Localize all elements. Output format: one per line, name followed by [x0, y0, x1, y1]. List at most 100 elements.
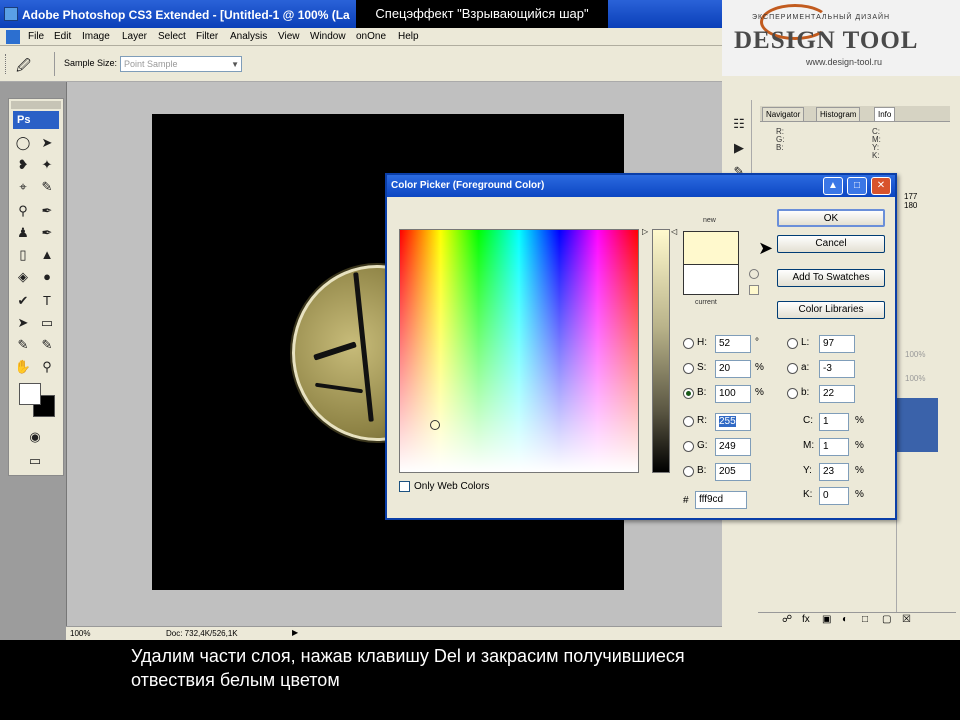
input-a[interactable]: -3 [819, 360, 855, 378]
menu-help[interactable]: Help [398, 31, 419, 42]
selected-layer-row[interactable] [896, 398, 938, 452]
layer-style-icon[interactable]: fx [802, 614, 810, 625]
options-grip[interactable] [5, 54, 8, 74]
dialog-title[interactable]: Color Picker (Foreground Color) [387, 175, 895, 197]
web-safe-cube-icon[interactable] [749, 285, 759, 295]
toolbox-logo[interactable]: Ps [13, 111, 59, 129]
paint-bucket-icon[interactable]: ▲ [37, 245, 57, 265]
menu-window[interactable]: Window [310, 31, 346, 42]
input-brightness[interactable]: 100 [715, 385, 751, 403]
input-red[interactable]: 255 [715, 413, 751, 431]
status-menu-arrow-icon[interactable]: ▶ [292, 628, 298, 637]
eyedropper-tool-icon[interactable]: ✎ [37, 177, 57, 197]
hand-tool-icon[interactable]: ✋ [13, 357, 33, 377]
hex-input[interactable]: fff9cd [695, 491, 747, 509]
color-field-cursor[interactable] [430, 420, 440, 430]
zoom-tool-icon[interactable]: ⚲ [37, 357, 57, 377]
input-green[interactable]: 249 [715, 438, 751, 456]
add-to-swatches-button[interactable]: Add To Swatches [777, 269, 885, 287]
only-web-colors-checkbox[interactable] [399, 481, 410, 492]
gamut-warning-icon[interactable] [749, 269, 759, 279]
link-layers-icon[interactable]: ☍ [782, 614, 792, 625]
eraser-tool-icon[interactable]: ▯ [13, 245, 33, 265]
menu-view[interactable]: View [278, 31, 300, 42]
layer-opacity[interactable]: 100% [905, 350, 925, 359]
ok-button[interactable]: OK [777, 209, 885, 227]
input-cyan[interactable]: 1 [819, 413, 849, 431]
dodge-tool-icon[interactable]: ● [37, 267, 57, 287]
app-menu-icon[interactable] [6, 30, 20, 44]
quick-mask-icon[interactable]: ◉ [25, 427, 45, 447]
new-layer-icon[interactable]: ▢ [882, 614, 891, 625]
blur-tool-icon[interactable]: ◈ [13, 267, 33, 287]
zoom-level[interactable]: 100% [70, 629, 90, 638]
radio-blue[interactable] [683, 466, 694, 477]
magic-wand-tool-icon[interactable]: ✦ [37, 155, 57, 175]
input-hue[interactable]: 52 [715, 335, 751, 353]
slider-left-arrow-icon[interactable]: ▷ [642, 227, 648, 236]
healing-brush-icon[interactable]: ⚲ [13, 201, 33, 221]
menu-layer[interactable]: Layer [122, 31, 147, 42]
lasso-tool-icon[interactable]: ❥ [13, 155, 33, 175]
sample-size-select[interactable]: Point Sample ▼ [120, 56, 242, 72]
cancel-button[interactable]: Cancel [777, 235, 885, 253]
menu-analysis[interactable]: Analysis [230, 31, 267, 42]
input-yellow[interactable]: 23 [819, 463, 849, 481]
adjustment-layer-icon[interactable]: ◐ [842, 614, 848, 625]
input-magenta[interactable]: 1 [819, 438, 849, 456]
slider-right-arrow-icon[interactable]: ◁ [671, 227, 677, 236]
menu-select[interactable]: Select [158, 31, 186, 42]
color-swatches[interactable] [15, 381, 59, 421]
color-field[interactable] [399, 229, 639, 473]
input-black[interactable]: 0 [819, 487, 849, 505]
radio-saturation[interactable] [683, 363, 694, 374]
input-saturation[interactable]: 20 [715, 360, 751, 378]
radio-b-lab[interactable] [787, 388, 798, 399]
color-slider[interactable] [652, 229, 670, 473]
toolbox-header[interactable] [11, 101, 61, 109]
layer-fill[interactable]: 100% [905, 374, 925, 383]
move-tool-icon[interactable]: ➤ [37, 133, 57, 153]
radio-green[interactable] [683, 441, 694, 452]
close-icon[interactable]: ✕ [871, 177, 891, 195]
input-b-lab[interactable]: 22 [819, 385, 855, 403]
type-tool-icon[interactable]: T [37, 291, 57, 311]
shape-tool-icon[interactable]: ▭ [37, 313, 57, 333]
menu-file[interactable]: File [28, 31, 44, 42]
radio-a[interactable] [787, 363, 798, 374]
tab-navigator[interactable]: Navigator [762, 107, 805, 121]
clone-stamp-icon[interactable]: ♟ [13, 223, 33, 243]
input-lightness[interactable]: 97 [819, 335, 855, 353]
menu-edit[interactable]: Edit [54, 31, 71, 42]
input-blue[interactable]: 205 [715, 463, 751, 481]
notes-tool-icon[interactable]: ✎ [13, 335, 33, 355]
menu-onone[interactable]: onOne [356, 31, 386, 42]
menu-image[interactable]: Image [82, 31, 110, 42]
foreground-color-swatch[interactable] [19, 383, 41, 405]
path-select-icon[interactable]: ➤ [13, 313, 33, 333]
actions-panel-icon[interactable]: ▶ [729, 138, 749, 158]
radio-red[interactable] [683, 416, 694, 427]
radio-lightness[interactable] [787, 338, 798, 349]
crop-tool-icon[interactable]: ⌖ [13, 177, 33, 197]
tab-info[interactable]: Info [874, 107, 896, 121]
current-color-swatch[interactable] [683, 265, 739, 295]
history-brush-icon[interactable]: ✒ [37, 223, 57, 243]
radio-hue[interactable] [683, 338, 694, 349]
help-icon[interactable]: □ [847, 177, 867, 195]
color-libraries-button[interactable]: Color Libraries [777, 301, 885, 319]
menu-filter[interactable]: Filter [196, 31, 218, 42]
radio-brightness[interactable] [683, 388, 694, 399]
eyedropper-icon[interactable]: 🖉 [16, 55, 44, 73]
brush-tool-icon[interactable]: ✒ [37, 201, 57, 221]
pen-tool-icon[interactable]: ✔ [13, 291, 33, 311]
delete-layer-icon[interactable]: ☒ [902, 614, 911, 625]
screen-mode-icon[interactable]: ▭ [25, 451, 45, 471]
layer-mask-icon[interactable]: ▣ [822, 614, 831, 625]
minimize-icon[interactable]: ▲ [823, 177, 843, 195]
eyedropper-active-icon[interactable]: ✎ [37, 335, 57, 355]
tab-histogram[interactable]: Histogram [816, 107, 861, 121]
layer-group-icon[interactable]: □ [862, 614, 868, 625]
marquee-tool-icon[interactable]: ◯ [13, 133, 33, 153]
history-panel-icon[interactable]: ☷ [729, 114, 749, 134]
